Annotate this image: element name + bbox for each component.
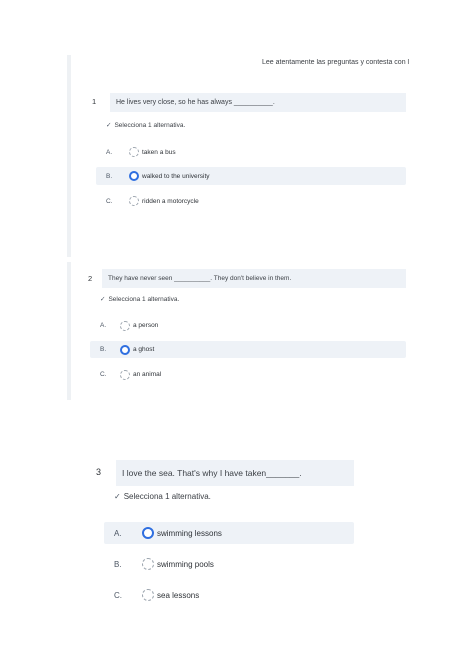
option-letter: C. <box>100 371 107 378</box>
option-letter: B. <box>106 172 113 180</box>
left-edge-bar-top <box>67 55 71 257</box>
option-label: swimming pools <box>157 559 214 569</box>
radio-button[interactable] <box>142 558 154 570</box>
question-number: 3 <box>96 467 102 477</box>
option-letter: C. <box>106 197 113 205</box>
question-stem: They have never seen __________. They do… <box>102 269 406 288</box>
instruction-text: Selecciona 1 alternativa. <box>114 121 186 129</box>
option-label: walked to the university <box>142 172 210 180</box>
option-label: taken a bus <box>142 148 176 156</box>
instruction-text: Selecciona 1 alternativa. <box>123 492 211 501</box>
radio-button[interactable] <box>120 320 130 331</box>
option-c[interactable]: C. sea lessons <box>104 584 354 606</box>
question-stem: He lives very close, so he has always __… <box>110 93 406 112</box>
option-label: ridden a motorcycle <box>142 197 199 205</box>
option-label: swimming lessons <box>157 528 222 538</box>
radio-button[interactable] <box>120 369 130 380</box>
page-instructions: Lee atentamente las preguntas y contesta… <box>262 59 410 66</box>
option-a[interactable]: A. a person <box>90 317 406 334</box>
option-label: an animal <box>133 371 162 378</box>
radio-button-selected[interactable] <box>142 527 154 539</box>
left-edge-bar-middle <box>67 262 71 400</box>
check-icon: ✓ <box>106 122 112 129</box>
option-a[interactable]: A. taken a bus <box>96 143 406 161</box>
option-b[interactable]: B. walked to the university <box>96 167 406 185</box>
check-icon: ✓ <box>114 492 121 501</box>
radio-button[interactable] <box>129 147 139 157</box>
radio-button-selected[interactable] <box>120 344 130 355</box>
option-letter: A. <box>100 322 107 329</box>
question-number: 1 <box>92 97 97 106</box>
option-b[interactable]: B. a ghost <box>90 341 406 358</box>
option-letter: B. <box>100 346 107 353</box>
instruction-label: ✓ Selecciona 1 alternativa. <box>106 121 186 130</box>
option-label: a ghost <box>133 346 155 353</box>
option-letter: A. <box>114 528 122 538</box>
option-letter: A. <box>106 148 113 156</box>
radio-button[interactable] <box>129 196 139 206</box>
option-label: a person <box>133 322 159 329</box>
option-b[interactable]: B. swimming pools <box>104 553 354 575</box>
option-label: sea lessons <box>157 590 200 600</box>
instruction-text: Selecciona 1 alternativa. <box>108 295 180 303</box>
radio-button[interactable] <box>142 589 154 601</box>
radio-button-selected[interactable] <box>129 171 139 181</box>
option-c[interactable]: C. an animal <box>90 366 406 383</box>
check-icon: ✓ <box>100 296 106 303</box>
instruction-label: ✓ Selecciona 1 alternativa. <box>114 492 211 501</box>
instruction-label: ✓ Selecciona 1 alternativa. <box>100 295 180 304</box>
option-letter: B. <box>114 559 122 569</box>
option-a[interactable]: A. swimming lessons <box>104 522 354 544</box>
option-c[interactable]: C. ridden a motorcycle <box>96 192 406 210</box>
question-stem: I love the sea. That's why I have taken_… <box>116 460 354 486</box>
question-number: 2 <box>88 274 93 283</box>
option-letter: C. <box>114 590 122 600</box>
